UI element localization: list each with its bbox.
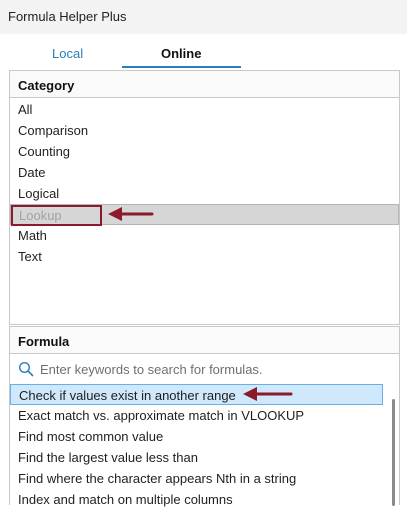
formula-scrollbar[interactable] xyxy=(392,399,395,506)
active-tab-indicator xyxy=(122,66,241,68)
formula-panel: Formula Check if values exist in another… xyxy=(9,326,400,507)
title-bar: Formula Helper Plus xyxy=(0,0,407,34)
category-item-label: Counting xyxy=(18,144,71,159)
annotation-arrow-icon xyxy=(243,387,293,401)
category-item-label: Text xyxy=(18,249,42,264)
formula-item-label: Find where the character appears Nth in … xyxy=(18,471,297,486)
formula-header: Formula xyxy=(10,327,399,354)
category-item-all[interactable]: All xyxy=(10,99,399,120)
formula-item-largest-value-less-than[interactable]: Find the largest value less than xyxy=(10,447,399,468)
formula-item-character-nth-position[interactable]: Find where the character appears Nth in … xyxy=(10,468,399,489)
category-item-text[interactable]: Text xyxy=(10,246,399,267)
category-panel: Category All Comparison Counting Date Lo… xyxy=(9,70,400,325)
tab-online[interactable]: Online xyxy=(161,46,201,61)
category-item-label: Logical xyxy=(18,186,60,201)
category-item-counting[interactable]: Counting xyxy=(10,141,399,162)
formula-header-label: Formula xyxy=(18,334,70,349)
formula-search-row xyxy=(10,355,399,383)
category-item-label: Date xyxy=(18,165,46,180)
category-item-label: All xyxy=(18,102,33,117)
category-item-logical[interactable]: Logical xyxy=(10,183,399,204)
formula-item-label: Find the largest value less than xyxy=(18,450,198,465)
formula-item-exact-vs-approximate[interactable]: Exact match vs. approximate match in VLO… xyxy=(10,405,399,426)
search-icon xyxy=(18,361,34,377)
annotation-highlight-box xyxy=(11,205,102,226)
category-item-comparison[interactable]: Comparison xyxy=(10,120,399,141)
category-header: Category xyxy=(10,71,399,98)
category-item-date[interactable]: Date xyxy=(10,162,399,183)
formula-item-label: Exact match vs. approximate match in VLO… xyxy=(18,408,305,423)
category-item-math[interactable]: Math xyxy=(10,225,399,246)
formula-item-index-match-multiple-columns[interactable]: Index and match on multiple columns xyxy=(10,489,399,510)
tab-local[interactable]: Local xyxy=(52,46,83,61)
formula-item-most-common-value[interactable]: Find most common value xyxy=(10,426,399,447)
formula-item-label: Check if values exist in another range xyxy=(19,388,236,403)
tab-bar: Local Online xyxy=(0,34,407,70)
annotation-arrow-icon xyxy=(108,207,154,221)
category-item-lookup[interactable]: Lookup xyxy=(10,204,399,226)
formula-search-input[interactable] xyxy=(40,359,390,379)
category-item-label: Comparison xyxy=(18,123,89,138)
category-item-label: Math xyxy=(18,228,47,243)
window-title: Formula Helper Plus xyxy=(8,9,127,24)
category-header-label: Category xyxy=(18,78,75,93)
formula-item-label: Find most common value xyxy=(18,429,164,444)
formula-item-check-values-exist[interactable]: Check if values exist in another range xyxy=(10,384,383,405)
